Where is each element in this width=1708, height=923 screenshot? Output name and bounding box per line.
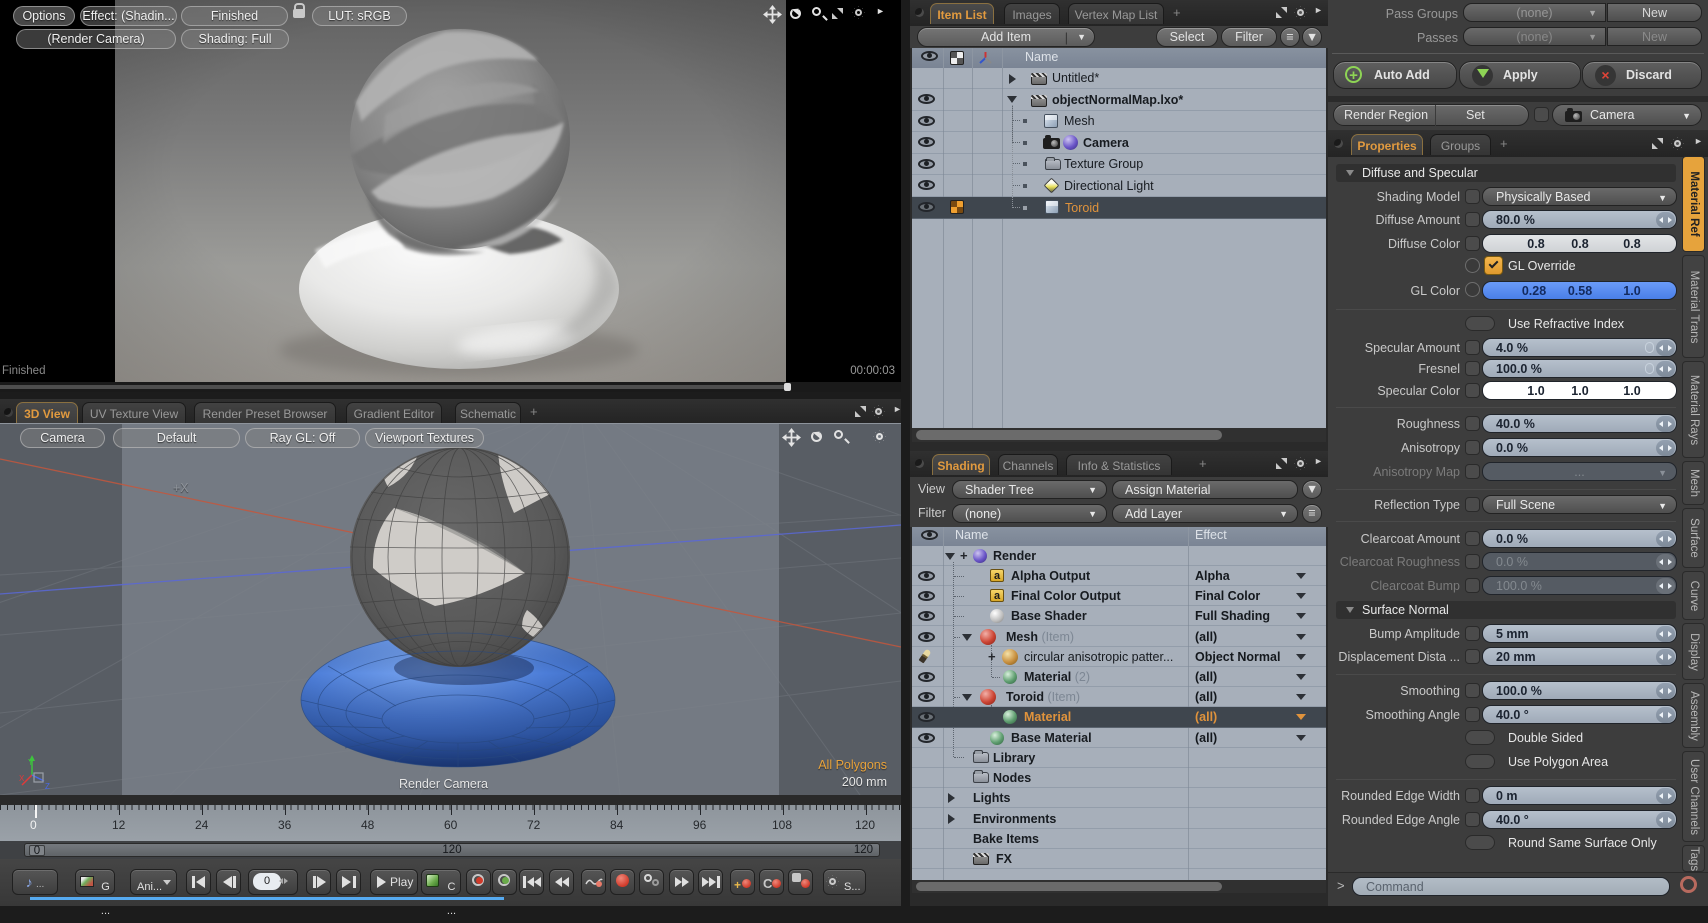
svg-text:Y: Y <box>28 758 34 767</box>
svg-text:Z: Z <box>45 782 50 791</box>
svg-text:X: X <box>19 774 25 783</box>
